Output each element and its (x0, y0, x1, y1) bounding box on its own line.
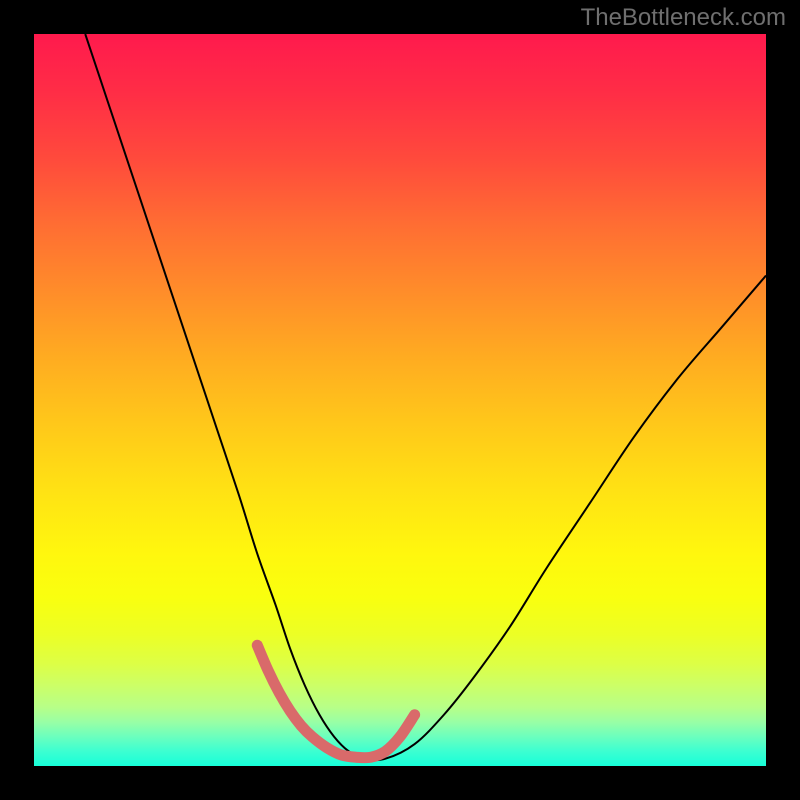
curves-svg (34, 34, 766, 766)
bottleneck-curve (85, 34, 766, 760)
watermark-text: TheBottleneck.com (581, 4, 786, 32)
chart-container: TheBottleneck.com (0, 0, 800, 800)
plot-area (34, 34, 766, 766)
highlight-band (257, 645, 414, 758)
